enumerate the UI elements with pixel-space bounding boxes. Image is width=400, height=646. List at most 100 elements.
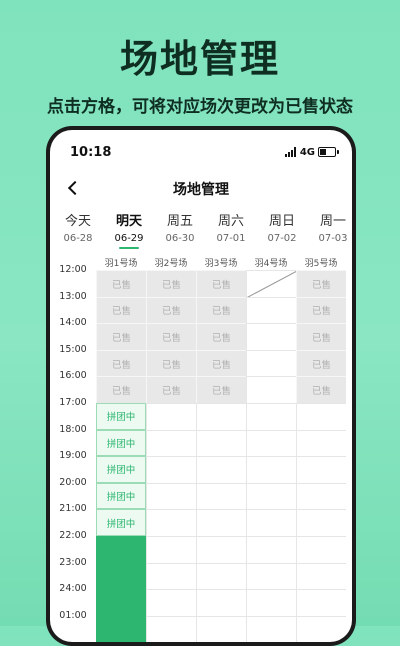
- time-label: 18:00: [59, 423, 87, 435]
- slot-cell-booked[interactable]: [96, 562, 146, 590]
- slot-cell-sold[interactable]: 已售: [196, 296, 246, 324]
- date-tab-date: 07-01: [216, 233, 246, 244]
- time-label: 01:00: [59, 609, 87, 621]
- slot-cell-empty[interactable]: [246, 403, 296, 430]
- slot-cell-empty[interactable]: [296, 589, 346, 616]
- slot-cell-sold[interactable]: 已售: [96, 270, 146, 297]
- slot-cell-empty[interactable]: [296, 456, 346, 483]
- date-tab-06-29[interactable]: 明天 06-29: [104, 210, 154, 249]
- slot-cell-booked[interactable]: [96, 536, 146, 563]
- slot-cell-group[interactable]: 拼团中: [96, 429, 146, 457]
- date-tab-06-30[interactable]: 周五 06-30: [155, 210, 205, 244]
- slot-cell-empty[interactable]: [296, 429, 346, 457]
- time-label: 15:00: [59, 343, 87, 355]
- date-tabs: 今天 06-28 明天 06-29 周五 06-30 周六 07-01 周日 07-02 周一 07-…: [50, 210, 352, 250]
- slot-cell-empty[interactable]: [196, 615, 246, 642]
- slot-cell-empty[interactable]: [146, 589, 196, 616]
- slot-cell-sold[interactable]: 已售: [296, 296, 346, 324]
- slot-cell-empty[interactable]: [246, 323, 296, 350]
- slot-cell-empty[interactable]: [246, 615, 296, 642]
- slot-cell-sold[interactable]: 已售: [146, 323, 196, 350]
- slot-cell-sold[interactable]: 已售: [296, 349, 346, 377]
- signal-icon: [284, 147, 297, 157]
- date-tab-07-03[interactable]: 周一 07-03: [308, 210, 352, 244]
- hero-subtitle: 点击方格，可将对应场次更改为已售状态: [47, 97, 353, 117]
- time-label: 20:00: [59, 476, 87, 488]
- slot-cell-booked[interactable]: [96, 589, 146, 616]
- time-label: 17:00: [59, 397, 87, 408]
- slot-cell-empty[interactable]: [146, 509, 196, 536]
- date-tab-weekday: 周五: [166, 214, 193, 229]
- slot-cell-empty[interactable]: [146, 403, 196, 430]
- slot-cell-sold[interactable]: 已售: [96, 323, 146, 350]
- slot-cell-empty[interactable]: [196, 589, 246, 616]
- network-type: 4G: [299, 146, 315, 158]
- slot-cell-empty[interactable]: [296, 403, 346, 430]
- slot-cell-empty[interactable]: [246, 376, 296, 403]
- slot-cell-empty[interactable]: [296, 509, 346, 536]
- battery-icon: [318, 147, 339, 157]
- schedule-grid: 12:00 13:00 14:00 15:00 16:00 17:00 18:00 19:00…: [50, 264, 352, 642]
- slot-cell-sold[interactable]: 已售: [96, 349, 146, 377]
- slot-cell-empty[interactable]: [246, 509, 296, 536]
- slot-cell-empty[interactable]: [246, 349, 296, 377]
- slot-cell-sold[interactable]: 已售: [96, 376, 146, 403]
- slot-cell-diagonal[interactable]: [246, 270, 297, 298]
- slot-cell-sold[interactable]: 已售: [146, 270, 196, 297]
- slot-cell-empty[interactable]: [196, 562, 246, 590]
- court-header-3: 羽3号场: [204, 259, 238, 269]
- slot-cell-sold[interactable]: 已售: [96, 296, 146, 324]
- slot-cell-sold[interactable]: 已售: [196, 349, 246, 377]
- slot-cell-empty[interactable]: [246, 296, 296, 324]
- date-tab-weekday: 周日: [268, 214, 295, 229]
- slot-cell-booked[interactable]: [96, 615, 146, 642]
- date-tab-weekday: 今天: [64, 214, 91, 229]
- slot-cell-sold[interactable]: 已售: [146, 349, 196, 377]
- court-header-2: 羽2号场: [154, 259, 188, 269]
- slot-cell-sold[interactable]: 已售: [296, 376, 346, 403]
- slot-cell-empty[interactable]: [196, 456, 246, 483]
- slot-cell-sold[interactable]: 已售: [296, 323, 346, 350]
- court-header-1: 羽1号场: [104, 259, 138, 269]
- slot-cell-empty[interactable]: [196, 536, 246, 563]
- slot-cell-empty[interactable]: [296, 615, 346, 642]
- phone-screen: 10:18 4G 场地管理 今天 06-28 明天 06-29 周五 06-30 周六 07-…: [50, 130, 352, 642]
- slot-cell-empty[interactable]: [246, 536, 296, 563]
- slot-cell-empty[interactable]: [296, 562, 346, 590]
- time-label: 24:00: [59, 583, 87, 595]
- slot-cell-empty[interactable]: [246, 589, 296, 616]
- slot-cell-sold[interactable]: 已售: [146, 296, 196, 324]
- slot-cell-empty[interactable]: [246, 562, 296, 590]
- slot-cell-empty[interactable]: [146, 615, 196, 642]
- slot-cell-group[interactable]: 拼团中: [96, 456, 146, 483]
- slot-cell-group[interactable]: 拼团中: [96, 482, 146, 510]
- slot-cell-empty[interactable]: [146, 456, 196, 483]
- date-tab-07-02[interactable]: 周日 07-02: [257, 210, 307, 244]
- slot-cell-empty[interactable]: [146, 482, 196, 510]
- slot-cell-empty[interactable]: [246, 429, 296, 457]
- slot-cell-empty[interactable]: [196, 509, 246, 536]
- slot-cell-empty[interactable]: [296, 482, 346, 510]
- slot-cell-empty[interactable]: [196, 403, 246, 430]
- slot-cell-group[interactable]: 拼团中: [96, 403, 146, 430]
- date-tab-07-01[interactable]: 周六 07-01: [206, 210, 256, 244]
- date-tab-date: 06-30: [165, 233, 195, 244]
- active-tab-indicator: [119, 247, 139, 249]
- slot-cell-sold[interactable]: 已售: [296, 270, 346, 297]
- slot-cell-empty[interactable]: [146, 429, 196, 457]
- slot-cell-empty[interactable]: [196, 429, 246, 457]
- date-tab-weekday: 周六: [217, 214, 244, 229]
- slot-cell-empty[interactable]: [296, 536, 346, 563]
- slot-cell-empty[interactable]: [146, 536, 196, 563]
- slot-cell-sold[interactable]: 已售: [196, 270, 246, 297]
- slot-cell-sold[interactable]: 已售: [196, 323, 246, 350]
- date-tab-06-28[interactable]: 今天 06-28: [53, 210, 103, 244]
- slot-cell-empty[interactable]: [196, 482, 246, 510]
- slot-cell-group[interactable]: 拼团中: [96, 509, 146, 536]
- slot-cell-empty[interactable]: [146, 562, 196, 590]
- slot-cell-sold[interactable]: 已售: [146, 376, 196, 403]
- slot-cell-sold[interactable]: 已售: [196, 376, 246, 403]
- slot-cell-empty[interactable]: [246, 482, 296, 510]
- slot-cell-empty[interactable]: [246, 456, 296, 483]
- time-label: 16:00: [59, 370, 87, 382]
